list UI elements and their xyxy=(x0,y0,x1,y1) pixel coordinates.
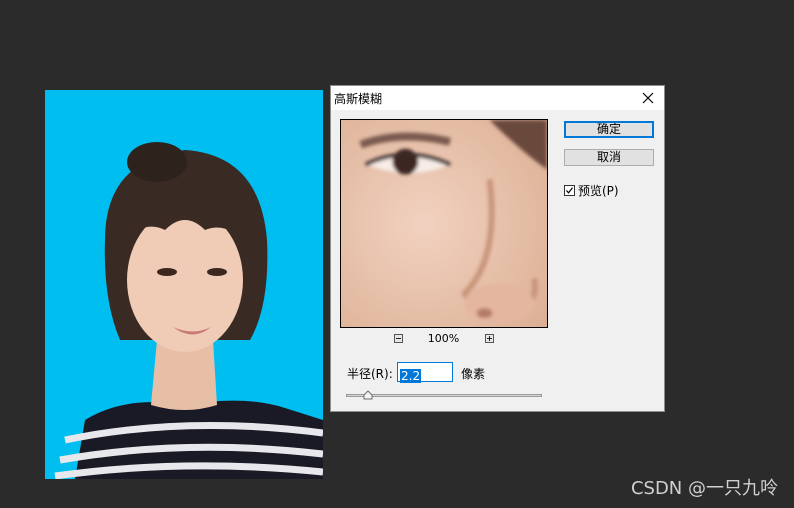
zoom-out-icon[interactable] xyxy=(394,334,403,343)
zoom-level: 100% xyxy=(427,332,460,345)
preview-checkbox-row[interactable]: 预览(P) xyxy=(564,182,619,199)
slider-thumb-icon xyxy=(363,390,373,400)
watermark: CSDN @一只九呤 xyxy=(630,478,778,499)
preview-image xyxy=(341,120,547,327)
radius-label: 半径(R): xyxy=(347,367,393,381)
dialog-title: 高斯模糊 xyxy=(334,92,383,106)
zoom-in-icon[interactable] xyxy=(485,334,494,343)
ok-button[interactable]: 确定 xyxy=(564,121,654,138)
close-button[interactable] xyxy=(638,88,658,108)
preview-pane[interactable] xyxy=(340,119,548,328)
dialog-titlebar[interactable]: 高斯模糊 xyxy=(331,86,664,110)
gaussian-blur-dialog: 高斯模糊 100% 确定 取消 预览(P) 半径(R): 2.2 像素 xyxy=(330,85,665,412)
check-icon xyxy=(566,187,573,194)
cancel-button[interactable]: 取消 xyxy=(564,149,654,166)
preview-label: 预览(P) xyxy=(578,184,619,198)
radius-value: 2.2 xyxy=(400,369,422,383)
preview-checkbox[interactable] xyxy=(564,185,575,196)
unit-label: 像素 xyxy=(461,367,486,381)
close-icon xyxy=(642,92,654,104)
document-canvas[interactable] xyxy=(45,90,323,479)
portrait-photo xyxy=(45,90,323,479)
radius-slider-thumb[interactable] xyxy=(363,390,373,400)
radius-slider-track[interactable] xyxy=(346,394,542,397)
radius-input[interactable]: 2.2 xyxy=(397,362,453,383)
